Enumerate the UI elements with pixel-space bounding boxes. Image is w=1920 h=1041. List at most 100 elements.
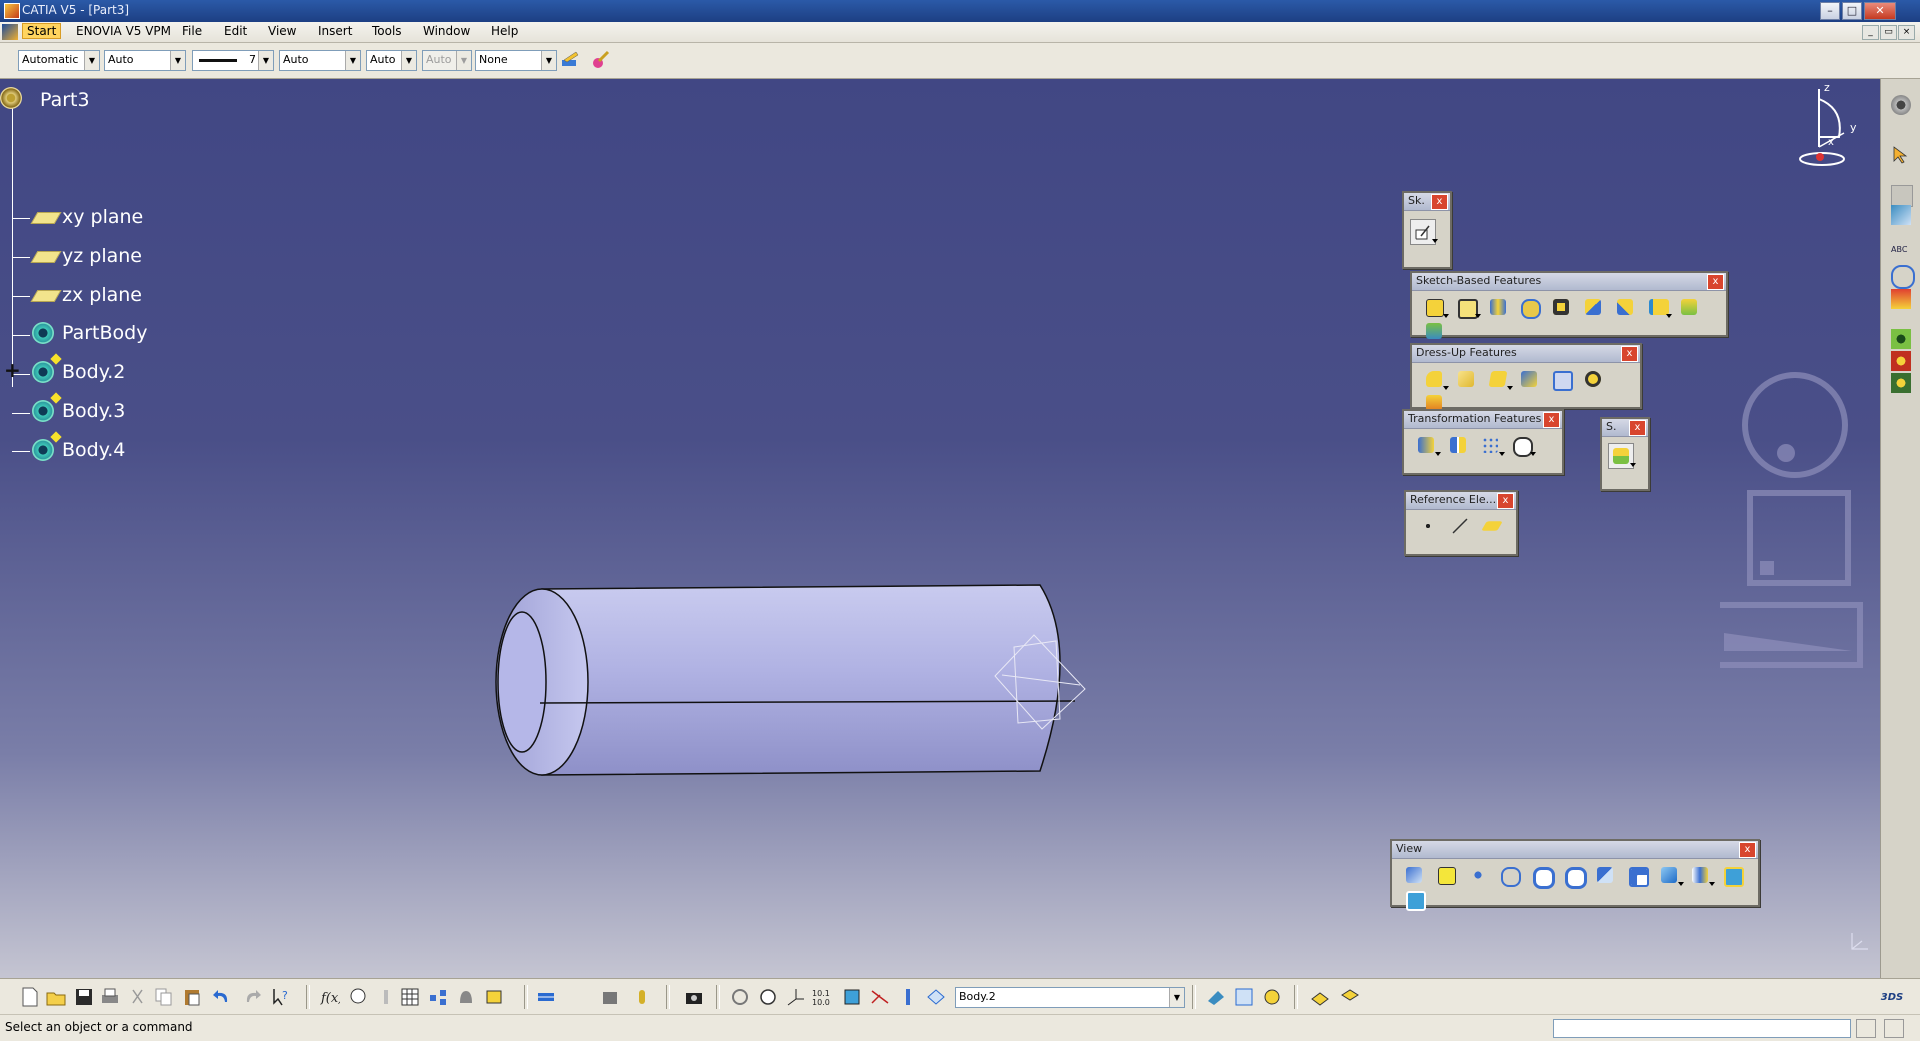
status-options-icon[interactable] (1884, 1019, 1904, 1038)
start-icon[interactable] (2, 24, 18, 40)
law-icon[interactable] (376, 987, 396, 1007)
point-button[interactable] (1416, 514, 1440, 538)
minimize-button[interactable]: – (1820, 2, 1840, 20)
publication-icon[interactable] (484, 987, 504, 1007)
expand-plus-icon[interactable]: + (4, 360, 21, 380)
workbench-gear-icon[interactable] (1891, 95, 1911, 115)
knowledge-advisor-icon[interactable] (348, 987, 368, 1007)
fit-all-in-button[interactable] (1434, 863, 1458, 887)
print-icon[interactable] (100, 987, 120, 1007)
menu-tools[interactable]: Tools (368, 24, 406, 38)
point-symbol-select[interactable]: Auto ▼ (366, 50, 417, 71)
inertia-icon[interactable] (1262, 987, 1282, 1007)
groove-button[interactable] (1517, 295, 1542, 319)
new-file-icon[interactable] (20, 987, 40, 1007)
constraint-icon[interactable] (632, 987, 652, 1007)
hole-button[interactable] (1549, 295, 1573, 319)
chamfer-button[interactable] (1454, 367, 1478, 391)
scan-icon[interactable] (870, 987, 890, 1007)
swap-visible-space-button[interactable] (1402, 887, 1426, 911)
boolean-intersect-icon[interactable] (1891, 373, 1911, 393)
close-icon[interactable]: x (1707, 274, 1724, 290)
axis-system-icon[interactable] (600, 987, 620, 1007)
update-icon[interactable] (730, 987, 750, 1007)
apply-material-icon[interactable] (1206, 987, 1226, 1007)
measure-between-icon[interactable]: 10.110.0 (812, 987, 832, 1007)
close-icon[interactable]: x (1497, 493, 1514, 509)
graphic-properties-wizard-icon[interactable] (590, 50, 612, 70)
instantiate-icon[interactable] (456, 987, 476, 1007)
change-body-icon[interactable] (926, 987, 946, 1007)
abc-text-icon[interactable]: ABC (1891, 245, 1911, 265)
rib-button[interactable] (1581, 295, 1605, 319)
close-icon[interactable]: x (1543, 412, 1560, 428)
pan-button[interactable] (1466, 863, 1490, 887)
format-painter-icon[interactable] (560, 50, 582, 70)
doc-close-icon[interactable]: × (1898, 25, 1915, 40)
fly-mode-button[interactable] (1402, 863, 1426, 887)
removed-multi-sections-button[interactable] (1422, 319, 1446, 343)
catalog-browser-icon[interactable] (428, 987, 448, 1007)
multi-sections-solid-button[interactable] (1677, 295, 1701, 319)
shading-button[interactable] (1688, 863, 1716, 887)
hand-pan-icon[interactable] (758, 987, 778, 1007)
stiffener-button[interactable] (1645, 295, 1672, 319)
rectangular-pattern-button[interactable] (1478, 433, 1505, 457)
boolean-add-icon[interactable] (1891, 329, 1911, 349)
mirror-button[interactable] (1446, 433, 1470, 457)
menu-edit[interactable]: Edit (220, 24, 251, 38)
axis-icon[interactable] (786, 987, 806, 1007)
update-all-icon[interactable] (536, 987, 556, 1007)
layer-select[interactable]: None ▼ (475, 50, 557, 71)
plane-button[interactable] (1480, 514, 1504, 538)
formula-icon[interactable]: f(x) (320, 987, 340, 1007)
paste-icon[interactable] (182, 987, 202, 1007)
draft-button[interactable] (1486, 367, 1513, 391)
define-in-work-object-icon[interactable] (898, 987, 918, 1007)
close-icon[interactable]: x (1739, 842, 1756, 858)
menu-file[interactable]: File (178, 24, 206, 38)
pocket-button[interactable] (1454, 295, 1481, 319)
shape-icon[interactable] (1310, 987, 1330, 1007)
rotate-button[interactable] (1497, 863, 1522, 887)
transparency-select[interactable]: Auto ▼ (104, 50, 186, 71)
cut-icon[interactable] (128, 987, 148, 1007)
thickness-button[interactable] (1549, 367, 1574, 391)
close-icon[interactable]: x (1629, 420, 1646, 436)
3d-viewport[interactable]: Part3 xy plane yz plane zx plane PartBod… (0, 79, 1880, 978)
capture-camera-icon[interactable] (684, 987, 704, 1007)
doc-minimize-icon[interactable]: _ (1862, 25, 1879, 40)
close-icon[interactable]: x (1431, 194, 1448, 210)
annotation-icon[interactable] (1891, 265, 1915, 289)
edge-fillet-button[interactable] (1422, 367, 1449, 391)
line-type-select[interactable]: Auto ▼ (279, 50, 361, 71)
current-body-select[interactable]: Body.2 ▼ (955, 987, 1185, 1008)
zoom-in-button[interactable] (1529, 863, 1556, 889)
copy-icon[interactable] (154, 987, 174, 1007)
catalog-icon[interactable] (1891, 205, 1911, 225)
zoom-out-button[interactable] (1561, 863, 1588, 889)
whats-this-icon[interactable]: ? (272, 987, 292, 1007)
power-input-field[interactable] (1553, 1019, 1851, 1038)
shell-button[interactable] (1517, 367, 1541, 391)
reorder-icon[interactable] (842, 987, 862, 1007)
line-weight-select[interactable]: 7 ▼ (192, 50, 274, 71)
shaft-button[interactable] (1486, 295, 1510, 319)
thread-button[interactable] (1581, 367, 1605, 391)
doc-restore-icon[interactable]: ▭ (1880, 25, 1897, 40)
measure-icon[interactable] (1891, 289, 1911, 309)
sketch-tools-icon[interactable] (1891, 185, 1913, 207)
undo-icon[interactable] (212, 987, 232, 1007)
save-icon[interactable] (74, 987, 94, 1007)
maximize-button[interactable]: □ (1842, 2, 1862, 20)
design-table-icon[interactable] (400, 987, 420, 1007)
compass-icon[interactable]: z y x (1774, 79, 1864, 169)
boolean-remove-icon[interactable] (1891, 351, 1911, 371)
split-button[interactable] (1608, 443, 1636, 469)
select-arrow-icon[interactable] (1891, 145, 1911, 165)
menu-start[interactable]: Start (22, 23, 62, 39)
pad-button[interactable] (1422, 295, 1449, 319)
catia-app-icon[interactable] (4, 3, 20, 19)
map-icon[interactable] (1234, 987, 1254, 1007)
cylinder-part[interactable] (490, 499, 1110, 799)
